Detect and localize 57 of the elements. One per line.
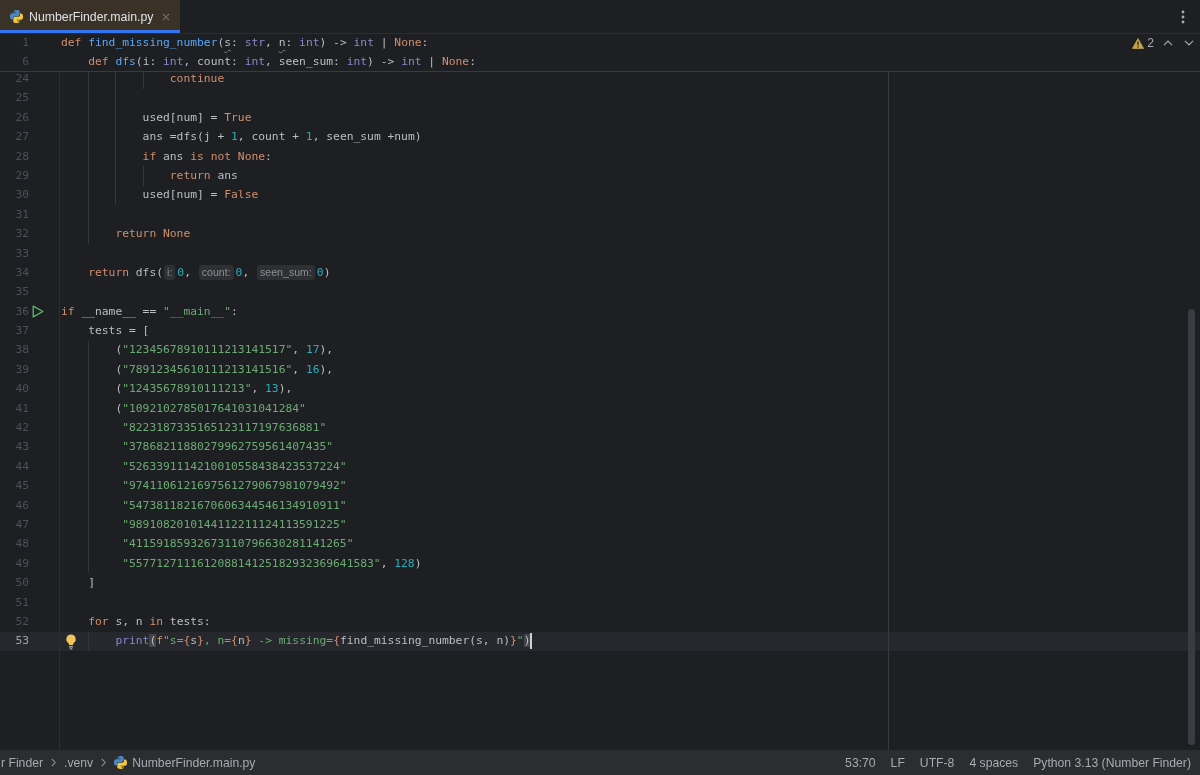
text-cursor	[530, 633, 533, 650]
code-text: if ans is not None:	[142, 148, 272, 165]
status-bar-widget[interactable]: 4 spaces	[969, 755, 1019, 770]
line-number: 53	[14, 633, 29, 650]
code-text: print(f"s={s}, n={n} -> missing={find_missing_number(s, n)}")	[115, 633, 531, 650]
code-text: ("12345678910111213141517", 17),	[115, 342, 334, 359]
code-text: "557712711161208814125182932369641583", 128)	[122, 555, 422, 572]
code-text: 0)	[316, 264, 331, 281]
status-bar-widget[interactable]: UTF-8	[919, 755, 955, 770]
editor-tab[interactable]: NumberFinder.main.py	[0, 0, 180, 33]
breadcrumb-item[interactable]: r Finder	[1, 755, 43, 770]
chevron-right-icon	[51, 758, 56, 767]
code-text: "37868211880279962759561407435"	[122, 439, 334, 456]
status-bar-widget[interactable]: 53:70	[845, 755, 876, 770]
python-file-icon	[114, 756, 128, 769]
play-icon[interactable]	[32, 305, 44, 319]
code-text: "41159185932673110796630281141265"	[122, 536, 354, 553]
warning-icon	[1132, 37, 1145, 49]
code-text: "5473811821670606344546134910911"	[122, 497, 347, 514]
code-text: for s, n in tests:	[88, 613, 211, 630]
code-text: ("1092102785017641031041284"	[115, 400, 306, 417]
code-text: used[num] = True	[142, 109, 252, 126]
code-text: "8223187335165123117197636881"	[122, 420, 327, 437]
code-text: def dfs(i: int, count: int, seen_sum: int) -> int | None:	[88, 53, 476, 70]
close-icon[interactable]	[162, 12, 170, 21]
code-text: used[num] = False	[142, 187, 259, 204]
code-text: 0,	[177, 264, 192, 281]
code-text: 0,	[235, 264, 251, 281]
code-text: "5263391114210010558438423537224"	[122, 458, 347, 475]
code-text: return dfs(	[88, 264, 164, 281]
inlay-hint: i:	[164, 265, 176, 281]
chevron-up-icon[interactable]	[1163, 40, 1173, 47]
code-text: continue	[169, 71, 225, 87]
status-bar-widget[interactable]: LF	[890, 755, 905, 770]
lightbulb-icon[interactable]	[65, 633, 77, 650]
inlay-hint: count:	[198, 265, 234, 281]
code-text: return None	[115, 226, 191, 243]
scrollbar-thumb[interactable]	[1188, 309, 1195, 745]
code-text: tests = [	[88, 323, 150, 340]
code-text: ("12435678910111213", 13),	[115, 381, 293, 398]
status-bar-widget[interactable]: Python 3.13 (Number Finder)	[1033, 755, 1191, 770]
code-text: ]	[88, 575, 95, 592]
inlay-hint: seen_sum:	[257, 265, 315, 281]
breadcrumb-item[interactable]: NumberFinder.main.py	[114, 755, 256, 770]
code-text: "9891082010144112211124113591225"	[122, 517, 347, 533]
chevron-down-icon[interactable]	[1184, 40, 1194, 47]
code-text: if __name__ == "__main__":	[61, 303, 238, 320]
code-text: ans =dfs(j + 1, count + 1, seen_sum +num)	[142, 129, 422, 146]
chevron-right-icon	[101, 758, 107, 767]
more-menu-icon[interactable]	[1181, 9, 1185, 24]
breadcrumb-item[interactable]: .venv	[64, 755, 94, 770]
code-text: "9741106121697561279067981079492"	[122, 478, 347, 495]
code-text: return ans	[169, 167, 238, 184]
code-text: def find_missing_number(s: str, n: int) -> int | None:	[61, 35, 429, 52]
warnings-button[interactable]: 2	[1132, 36, 1154, 51]
python-file-icon	[10, 10, 23, 23]
code-text: ("78912345610111213141516", 16),	[115, 361, 334, 378]
